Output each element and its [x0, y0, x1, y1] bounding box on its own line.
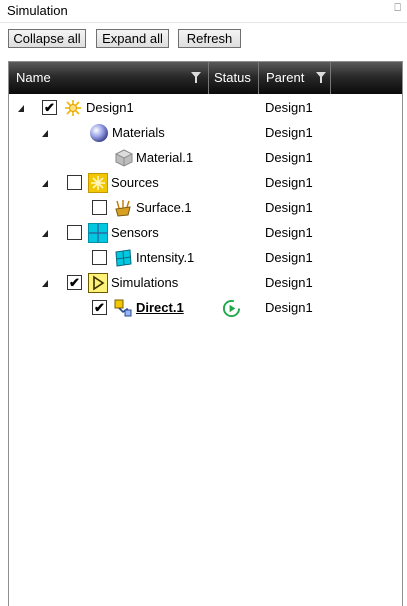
row-parent: Design1	[265, 200, 313, 215]
row-name: Intensity.1	[136, 250, 195, 265]
tree-row-simulations[interactable]: ✔ Simulations Design1	[9, 271, 402, 296]
row-parent: Design1	[265, 300, 313, 315]
row-parent: Design1	[265, 250, 313, 265]
tree-row-surface1[interactable]: Surface.1 Design1	[9, 196, 402, 221]
row-name: Materials	[112, 125, 165, 140]
row-parent: Design1	[265, 275, 313, 290]
run-status-icon	[222, 299, 241, 318]
row-name: Material.1	[136, 150, 194, 165]
column-header-status[interactable]: Status	[209, 62, 259, 94]
row-name: Simulations	[111, 275, 179, 290]
column-header-parent[interactable]: Parent	[259, 62, 331, 94]
collapse-all-button[interactable]: Collapse all	[8, 29, 86, 48]
row-checkbox[interactable]: ✔	[42, 100, 57, 115]
collapse-arrow-icon[interactable]	[42, 280, 48, 287]
row-parent: Design1	[265, 125, 313, 140]
design-icon	[65, 100, 81, 116]
row-checkbox[interactable]: ✔	[67, 275, 82, 290]
tree-row-design1[interactable]: ✔ Design1 Design1	[9, 96, 402, 121]
tree-row-materials[interactable]: Materials Design1	[9, 121, 402, 146]
row-checkbox[interactable]	[67, 175, 82, 190]
pin-icon[interactable]: ⎕	[394, 2, 401, 15]
refresh-button[interactable]: Refresh	[178, 29, 241, 48]
panel-titlebar: Simulation ⎕	[0, 0, 407, 23]
intensity-sensor-icon	[115, 249, 132, 267]
simulation-tree-panel: Name Status Parent ✔ Design1 Design1 Mat…	[8, 61, 403, 606]
tree-row-sensors[interactable]: Sensors Design1	[9, 221, 402, 246]
sensors-icon	[88, 223, 108, 243]
row-checkbox[interactable]	[92, 200, 107, 215]
filter-icon[interactable]	[316, 72, 326, 83]
row-name: Sensors	[111, 225, 159, 240]
panel-title: Simulation	[7, 3, 68, 18]
sources-icon	[88, 173, 108, 193]
row-name: Surface.1	[136, 200, 192, 215]
materials-icon	[90, 124, 108, 142]
collapse-arrow-icon[interactable]	[42, 130, 48, 137]
simulations-icon	[88, 273, 108, 293]
row-checkbox[interactable]	[92, 250, 107, 265]
tree-row-intensity1[interactable]: Intensity.1 Design1	[9, 246, 402, 271]
tree-header: Name Status Parent	[9, 62, 402, 94]
direct-simulation-icon	[114, 299, 132, 317]
row-name: Direct.1	[136, 300, 184, 315]
tree-row-material1[interactable]: Material.1 Design1	[9, 146, 402, 171]
row-name: Sources	[111, 175, 159, 190]
collapse-arrow-icon[interactable]	[42, 230, 48, 237]
collapse-arrow-icon[interactable]	[18, 105, 24, 112]
material-icon	[115, 149, 133, 167]
filter-icon[interactable]	[191, 72, 201, 83]
expand-all-button[interactable]: Expand all	[96, 29, 169, 48]
row-checkbox[interactable]: ✔	[92, 300, 107, 315]
row-parent: Design1	[265, 100, 313, 115]
row-name: Design1	[86, 100, 134, 115]
row-parent: Design1	[265, 175, 313, 190]
row-parent: Design1	[265, 150, 313, 165]
tree-row-sources[interactable]: Sources Design1	[9, 171, 402, 196]
tree-row-direct1[interactable]: ✔ Direct.1 Design1	[9, 296, 402, 321]
collapse-arrow-icon[interactable]	[42, 180, 48, 187]
column-header-name[interactable]: Name	[9, 62, 209, 94]
row-checkbox[interactable]	[67, 225, 82, 240]
surface-source-icon	[115, 200, 131, 217]
row-parent: Design1	[265, 225, 313, 240]
